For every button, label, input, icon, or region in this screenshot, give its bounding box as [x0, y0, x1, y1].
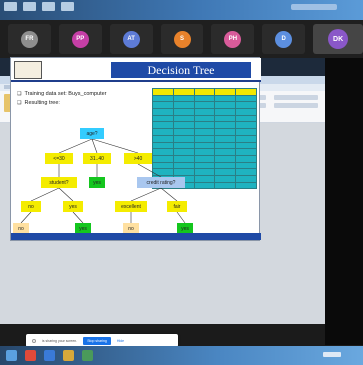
tree-connectors	[20, 138, 186, 224]
participant-tile[interactable]: PH	[211, 24, 255, 54]
ribbon-group[interactable]	[274, 103, 318, 108]
tray-clock	[323, 352, 341, 357]
taskbar-app-icon[interactable]	[63, 350, 74, 361]
avatar: AT	[122, 30, 140, 48]
tree-root-node: age?	[80, 128, 104, 139]
system-tray	[291, 4, 337, 10]
avatar: FR	[20, 30, 38, 48]
tree-credit-node: credit rating?	[137, 177, 185, 188]
slide-footer	[11, 233, 261, 240]
tree-student-node: student?	[41, 177, 77, 188]
participant-strip: FR PP AT S PH D DK	[0, 20, 363, 58]
avatar: PH	[224, 30, 242, 48]
avatar: D	[275, 30, 293, 48]
participant-tile[interactable]: D	[262, 24, 306, 54]
desktop-icon[interactable]	[42, 2, 55, 11]
share-message: is sharing your screen.	[42, 338, 78, 343]
taskbar-app-icon[interactable]	[25, 350, 36, 361]
tree-branch-label: >40	[124, 153, 152, 164]
avatar: PP	[71, 30, 89, 48]
hide-button[interactable]: Hide	[117, 339, 124, 343]
desktop-top-strip	[0, 0, 363, 20]
taskbar-app-icon[interactable]	[82, 350, 93, 361]
start-icon[interactable]	[6, 350, 17, 361]
share-status-icon	[32, 338, 36, 343]
desktop-icon[interactable]	[4, 2, 17, 11]
tree-branch-label: 31..40	[83, 153, 111, 164]
screen: FR PP AT S PH D DK ○	[0, 0, 363, 365]
tree-leaf-yes: yes	[89, 177, 105, 188]
avatar: S	[173, 30, 191, 48]
participant-tile[interactable]: S	[160, 24, 204, 54]
tree-branch-label: <=30	[45, 153, 73, 164]
tree-branch-label: excellent	[115, 201, 147, 212]
ribbon-group[interactable]	[274, 95, 318, 100]
tree-branch-label: no	[21, 201, 41, 212]
black-margin	[325, 58, 363, 345]
tree-branch-label: yes	[63, 201, 83, 212]
participant-tile[interactable]: PP	[58, 24, 102, 54]
bottom-taskbar	[0, 346, 363, 365]
slide[interactable]: Decision Tree Training data set: Buys_co…	[10, 57, 261, 241]
desktop-icon[interactable]	[61, 2, 74, 11]
participant-tile[interactable]: AT	[109, 24, 153, 54]
tree-branch-label: fair	[167, 201, 187, 212]
taskbar-app-icon[interactable]	[44, 350, 55, 361]
desktop-icon[interactable]	[23, 2, 36, 11]
participant-tile-active[interactable]: DK	[313, 24, 363, 54]
avatar: DK	[328, 29, 349, 49]
participant-tile[interactable]: FR	[8, 24, 51, 54]
stop-sharing-button[interactable]: Stop sharing	[83, 336, 111, 345]
